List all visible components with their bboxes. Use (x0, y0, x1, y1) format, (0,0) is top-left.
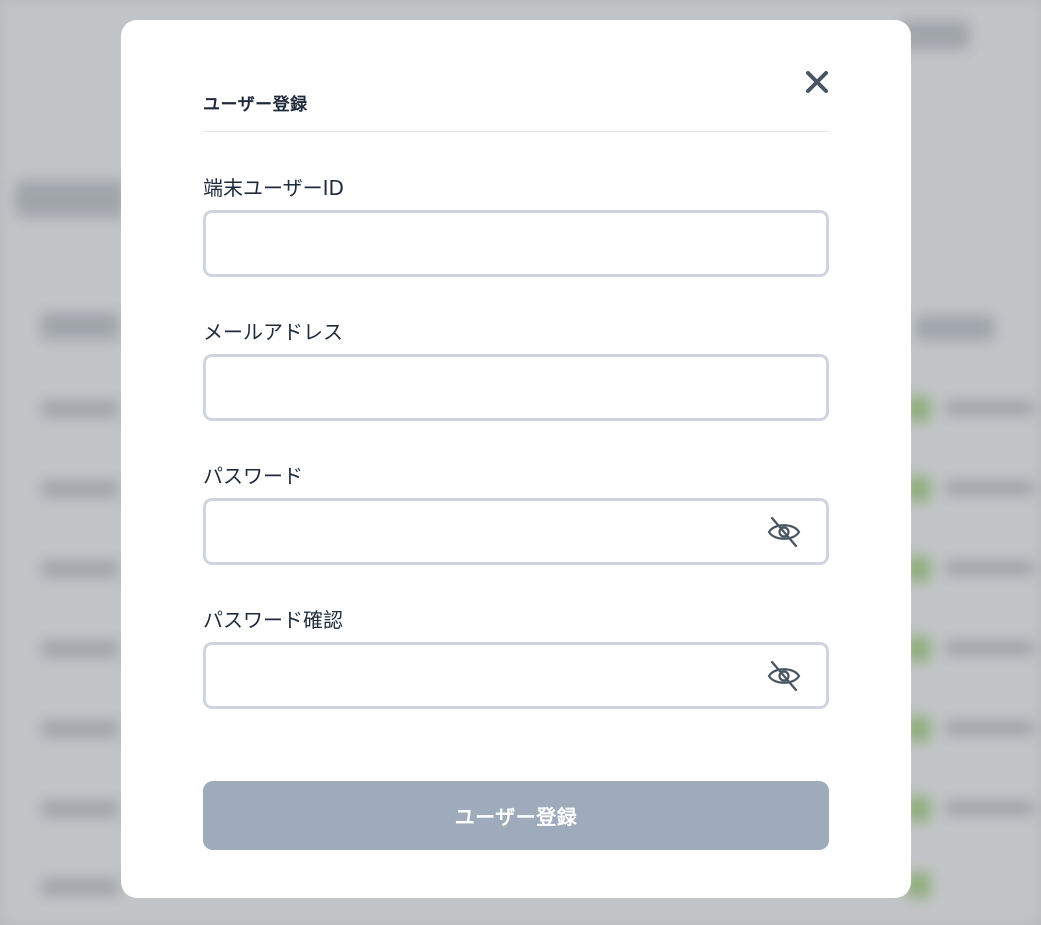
password-confirm-visibility-toggle[interactable] (766, 659, 802, 693)
password-confirm-field[interactable] (203, 642, 829, 709)
register-user-button[interactable]: ユーザー登録 (203, 781, 829, 850)
eye-off-icon (767, 516, 801, 548)
password-input[interactable] (206, 501, 826, 562)
terminal-user-id-field[interactable] (203, 210, 829, 277)
user-registration-modal: ユーザー登録 端末ユーザーID メールアドレス パスワード パスワード確認 ユー… (121, 20, 911, 898)
modal-title: ユーザー登録 (203, 95, 308, 115)
email-input[interactable] (206, 357, 826, 418)
email-field[interactable] (203, 354, 829, 421)
password-confirm-input[interactable] (206, 645, 826, 706)
password-confirm-label: パスワード確認 (203, 608, 343, 632)
terminal-user-id-input[interactable] (206, 213, 826, 274)
terminal-user-id-label: 端末ユーザーID (203, 176, 344, 200)
password-label: パスワード (203, 464, 303, 488)
eye-off-icon (767, 660, 801, 692)
close-icon (806, 71, 828, 93)
close-button[interactable] (801, 66, 833, 98)
password-field[interactable] (203, 498, 829, 565)
email-label: メールアドレス (203, 320, 343, 344)
header-divider (203, 131, 829, 132)
password-visibility-toggle[interactable] (766, 515, 802, 549)
